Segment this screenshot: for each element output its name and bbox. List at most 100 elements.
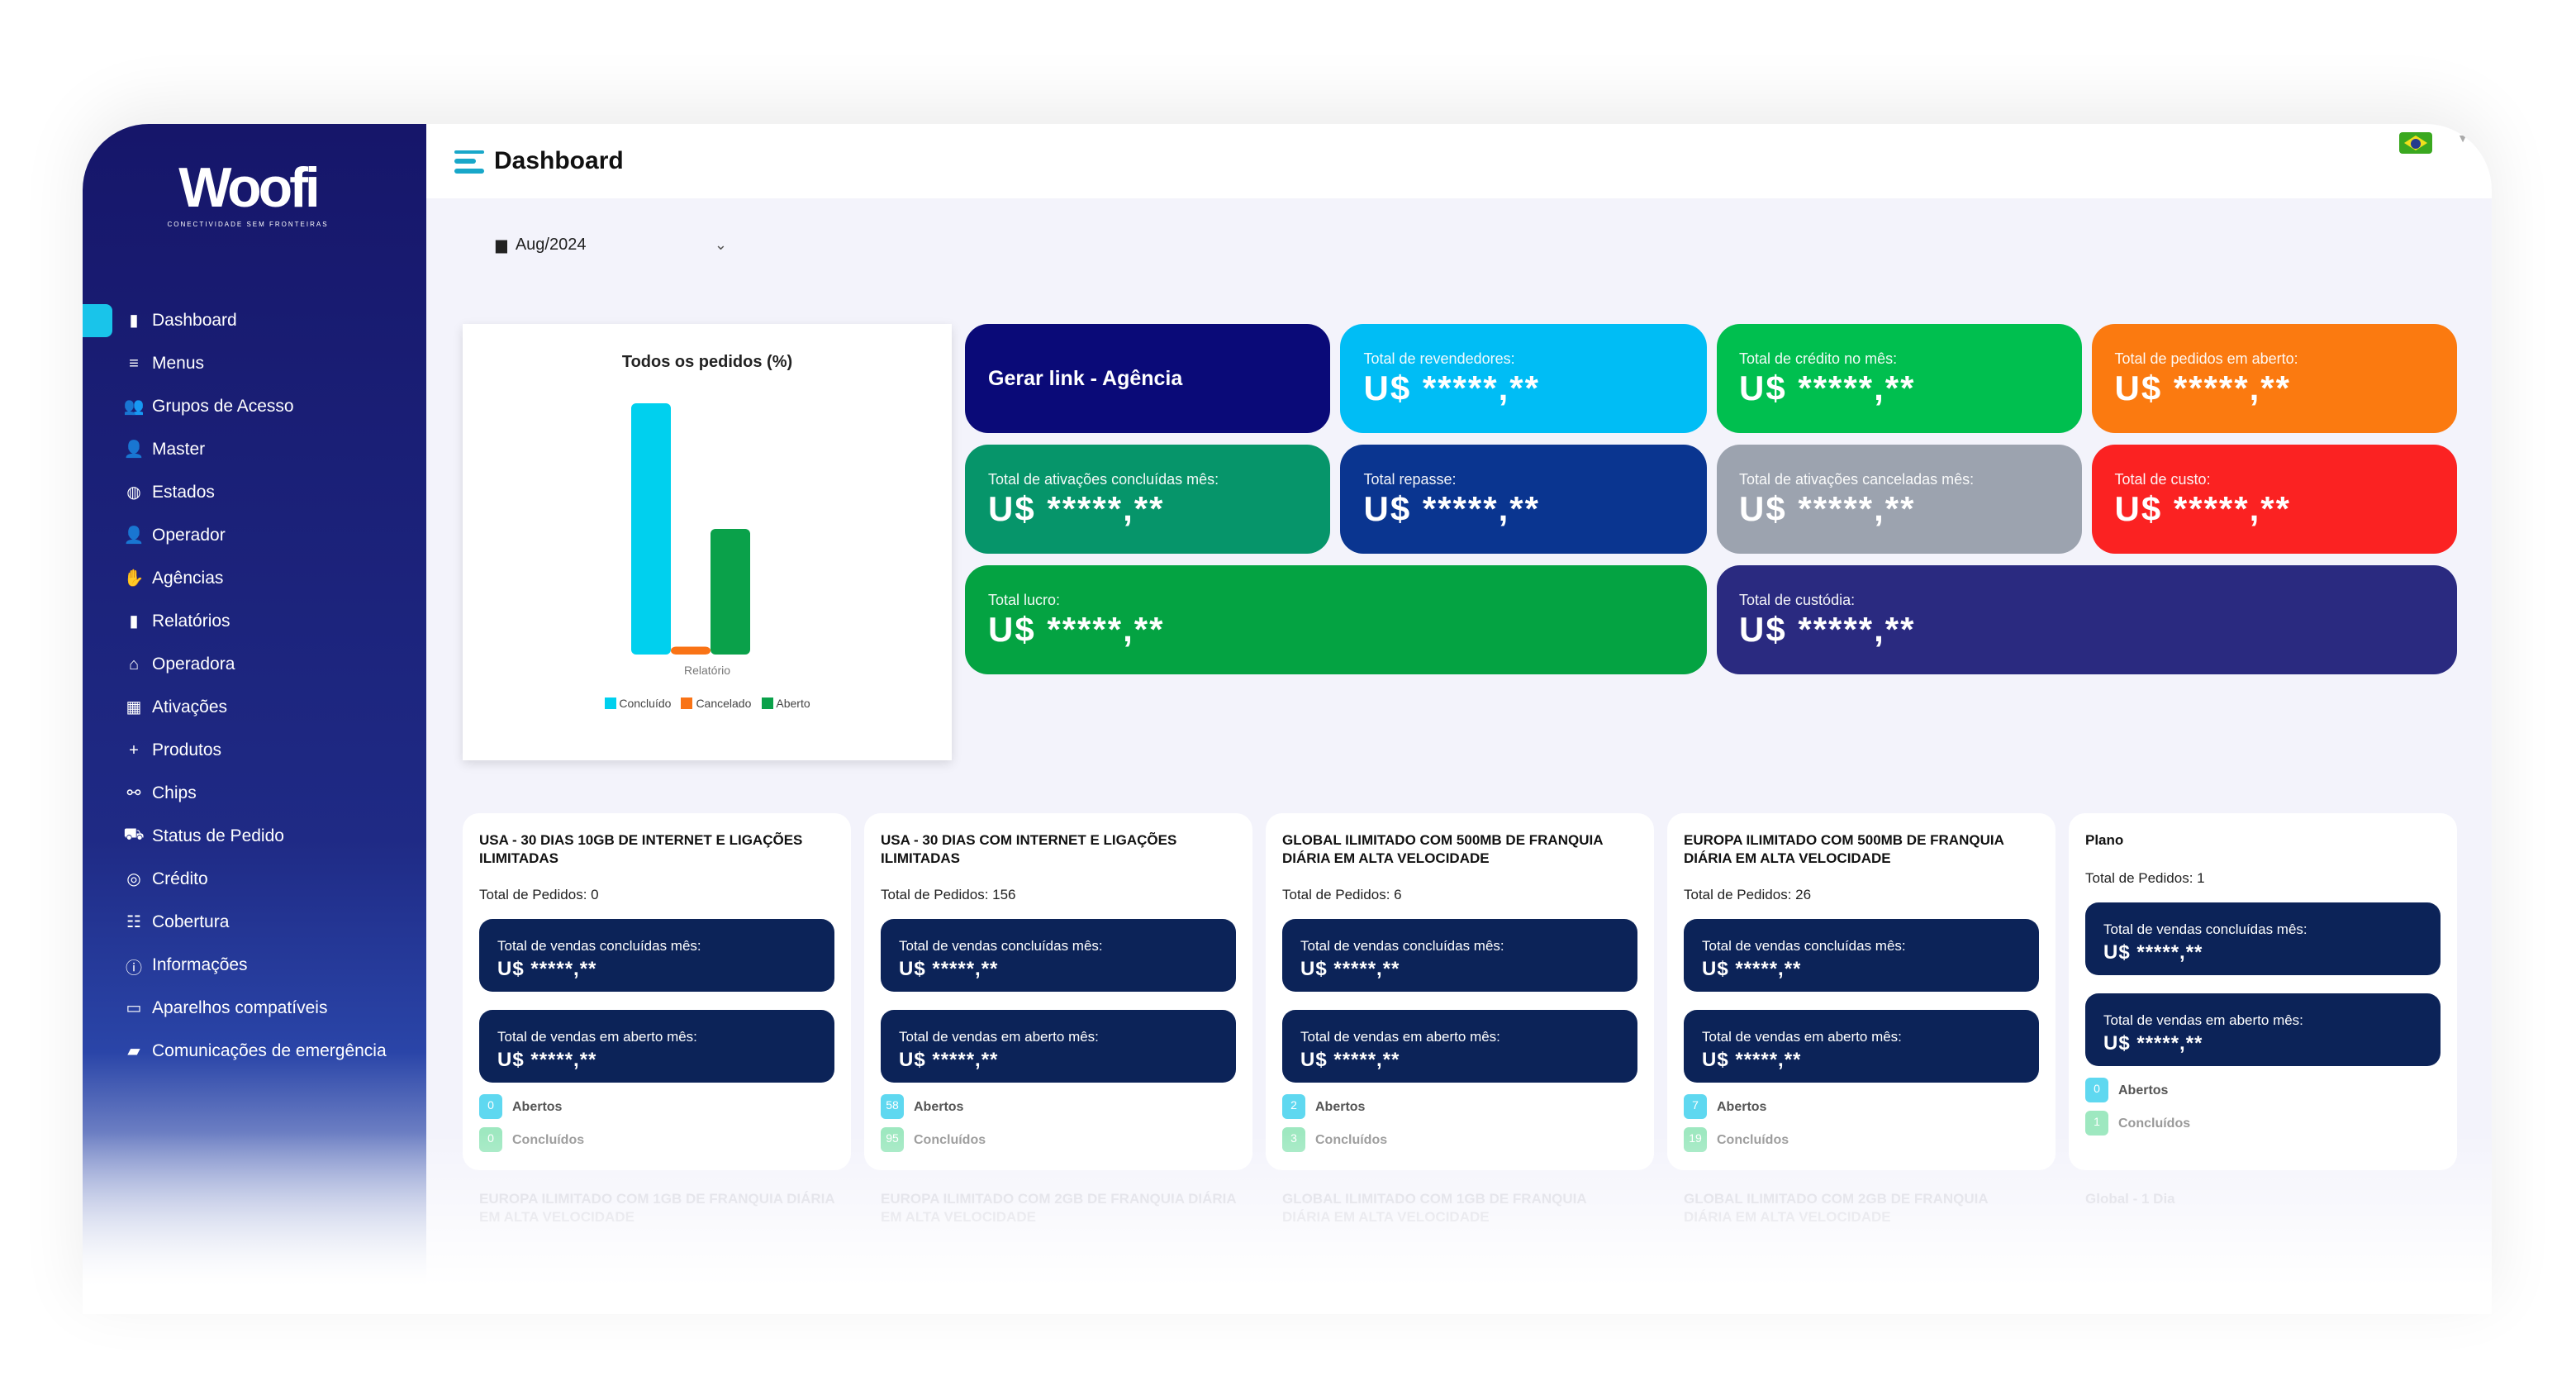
plan-name: GLOBAL ILIMITADO COM 500MB DE FRANQUIA D… <box>1282 831 1603 865</box>
sold-value: U$ *****,** <box>899 957 999 980</box>
language-caret-icon[interactable]: ▼ <box>2457 134 2469 145</box>
abertos-count: 0 Abertos <box>479 1094 834 1119</box>
sidebar-item-label: Estados <box>152 483 215 502</box>
sidebar-item-grupos-de-acesso[interactable]: 👥 Grupos de Acesso <box>83 385 426 428</box>
legend-item[interactable]: Concluído <box>604 698 671 711</box>
sidebar-item-ativacoes[interactable]: ▦ Ativações <box>83 686 426 729</box>
plan-name: USA - 30 DIAS 10GB DE INTERNET E LIGAÇÕE… <box>479 831 803 865</box>
woofi-logo[interactable]: Woofi CONECTIVIDADE SEM FRONTEIRAS <box>149 160 347 228</box>
sold-value: U$ *****,** <box>1702 957 1802 980</box>
plan-name-next: EUROPA ILIMITADO COM 1GB DE FRANQUIA DIÁ… <box>479 1190 835 1224</box>
plan-card: EUROPA ILIMITADO COM 500MB DE FRANQUIA D… <box>1667 813 2056 1170</box>
hamburger-menu-icon[interactable] <box>454 150 484 173</box>
users-icon: 👥 <box>123 398 145 416</box>
concluidos-label: Concluídos <box>1315 1132 1388 1147</box>
sidebar-item-credito[interactable]: ◎ Crédito <box>83 858 426 901</box>
orders-chart-card: Todos os pedidos (%) Relatório Concluído… <box>463 324 952 760</box>
sidebar-item-menus[interactable]: ≡ Menus <box>83 342 426 385</box>
stat-value: U$ *****,** <box>2114 491 2291 529</box>
bar-concluído[interactable] <box>631 403 671 655</box>
legend-item[interactable]: Aberto <box>761 698 810 711</box>
sidebar-item-status-de-pedido[interactable]: ⛟ Status de Pedido <box>83 815 426 858</box>
plan-name: Plano <box>2085 831 2124 848</box>
calendar-icon: ▆ <box>496 236 507 253</box>
sidebar-item-relatorios[interactable]: ▮ Relatórios <box>83 600 426 643</box>
sold-month-box: Total de vendas concluídas mês: U$ *****,… <box>1282 919 1637 992</box>
chevron-down-icon: ⌄ <box>714 236 727 253</box>
sold-month-box: Total de vendas concluídas mês: U$ *****,… <box>2085 902 2441 975</box>
sidebar-item-label: Agências <box>152 569 224 588</box>
stat-card[interactable]: Total repasse: U$ *****,** <box>1340 445 1706 554</box>
sidebar-item-operadora[interactable]: ⌂ Operadora <box>83 643 426 686</box>
sidebar-item-agencias[interactable]: ✋ Agências <box>83 557 426 600</box>
plus-icon: + <box>129 741 139 759</box>
sidebar-item-cobertura[interactable]: ☷ Cobertura <box>83 901 426 944</box>
sold-label: Total de vendas concluídas mês: <box>497 937 701 954</box>
stat-label: Total de ativações concluídas mês: <box>988 471 1219 488</box>
stat-card[interactable]: Total de revendedores: U$ *****,** <box>1340 324 1706 433</box>
legend-item[interactable]: Cancelado <box>681 698 751 711</box>
stat-card[interactable]: Total de pedidos em aberto: U$ *****,** <box>2091 324 2457 433</box>
sidebar-item-informacoes[interactable]: ⓘ Informações <box>83 944 426 987</box>
stat-label: Total de custo: <box>2114 471 2211 488</box>
concluidos-count: 0 Concluídos <box>479 1127 834 1152</box>
sidebar-item-dashboard[interactable]: ▮ Dashboard <box>83 299 426 342</box>
stat-card[interactable]: Total de ativações concluídas mês: U$ ***… <box>965 445 1331 554</box>
stat-card[interactable]: Total de custo: U$ *****,** <box>2091 445 2457 554</box>
abertos-label: Abertos <box>1717 1099 1767 1114</box>
stat-label: Total lucro: <box>988 592 1061 608</box>
stats-grid: Gerar link - Agência Total de revendedore… <box>965 324 2457 674</box>
concluidos-label: Concluídos <box>914 1132 986 1147</box>
orders-bar-chart <box>631 403 750 655</box>
concluidos-label: Concluídos <box>2118 1116 2191 1131</box>
month-selector[interactable]: ▆ Aug/2024 ⌄ <box>496 236 727 255</box>
abertos-count: 0 Abertos <box>2085 1078 2441 1102</box>
page-title: Dashboard <box>494 147 624 175</box>
bar-aberto[interactable] <box>711 529 750 655</box>
open-month-box: Total de vendas em aberto mês: U$ *****,*… <box>1282 1010 1637 1083</box>
generate-agency-link-button[interactable]: Gerar link - Agência <box>965 324 1331 433</box>
stat-card[interactable]: Total de custódia: U$ *****,** <box>1716 565 2457 674</box>
abertos-badge: 58 <box>881 1094 904 1119</box>
abertos-count: 58 Abertos <box>881 1094 1236 1119</box>
stat-value: U$ *****,** <box>1363 370 1540 408</box>
sidebar-item-label: Master <box>152 440 206 459</box>
sidebar-item-estados[interactable]: ◍ Estados <box>83 471 426 514</box>
bar-cancelado[interactable] <box>671 646 711 655</box>
sidebar-item-label: Ativações <box>152 698 228 717</box>
plan-card: USA - 30 DIAS COM INTERNET E LIGAÇÕES IL… <box>864 813 1252 1170</box>
sidebar-item-comunicacoes-de-emergencia[interactable]: ▰ Comunicações de emergência <box>83 1030 426 1073</box>
abertos-label: Abertos <box>512 1099 563 1114</box>
stat-label: Total de revendedores: <box>1363 350 1515 367</box>
plan-total-orders: Total de Pedidos: 1 <box>2085 869 2205 886</box>
stat-value: U$ *****,** <box>988 612 1165 650</box>
open-month-box: Total de vendas em aberto mês: U$ *****,*… <box>2085 993 2441 1066</box>
sold-month-box: Total de vendas concluídas mês: U$ *****,… <box>479 919 834 992</box>
sidebar-item-aparelhos-compativeis[interactable]: ▭ Aparelhos compatíveis <box>83 987 426 1030</box>
sidebar-item-label: Dashboard <box>152 311 237 331</box>
brazil-flag-icon[interactable] <box>2399 132 2432 154</box>
sidebar-item-label: Status de Pedido <box>152 826 284 846</box>
stat-card[interactable]: Total lucro: U$ *****,** <box>965 565 1706 674</box>
sidebar-item-label: Relatórios <box>152 612 231 631</box>
plan-name-next: Global - 1 Dia <box>2085 1190 2175 1207</box>
sidebar-item-label: Menus <box>152 354 205 374</box>
stat-card[interactable]: Total de ativações canceladas mês: U$ ***… <box>1716 445 2082 554</box>
stat-value: U$ *****,** <box>988 491 1165 529</box>
abertos-badge: 2 <box>1282 1094 1305 1119</box>
sidebar-item-produtos[interactable]: + Produtos <box>83 729 426 772</box>
sidebar: Woofi CONECTIVIDADE SEM FRONTEIRAS ▮ Dash… <box>83 124 426 1314</box>
sold-label: Total de vendas concluídas mês: <box>1702 937 1906 954</box>
plan-name-next: GLOBAL ILIMITADO COM 1GB DE FRANQUIA DIÁ… <box>1282 1190 1587 1224</box>
sidebar-item-operador[interactable]: 👤 Operador <box>83 514 426 557</box>
open-value: U$ *****,** <box>497 1048 597 1071</box>
sidebar-item-chips[interactable]: ⚯ Chips <box>83 772 426 815</box>
sold-month-box: Total de vendas concluídas mês: U$ *****,… <box>881 919 1236 992</box>
plan-name: USA - 30 DIAS COM INTERNET E LIGAÇÕES IL… <box>881 831 1177 865</box>
legend-swatch <box>761 698 773 709</box>
network-icon: ☷ <box>126 913 141 931</box>
sidebar-item-master[interactable]: 👤 Master <box>83 428 426 471</box>
stat-card[interactable]: Total de crédito no mês: U$ *****,** <box>1716 324 2082 433</box>
bar-chart-icon: ▮ <box>129 312 139 330</box>
sold-label: Total de vendas concluídas mês: <box>899 937 1103 954</box>
